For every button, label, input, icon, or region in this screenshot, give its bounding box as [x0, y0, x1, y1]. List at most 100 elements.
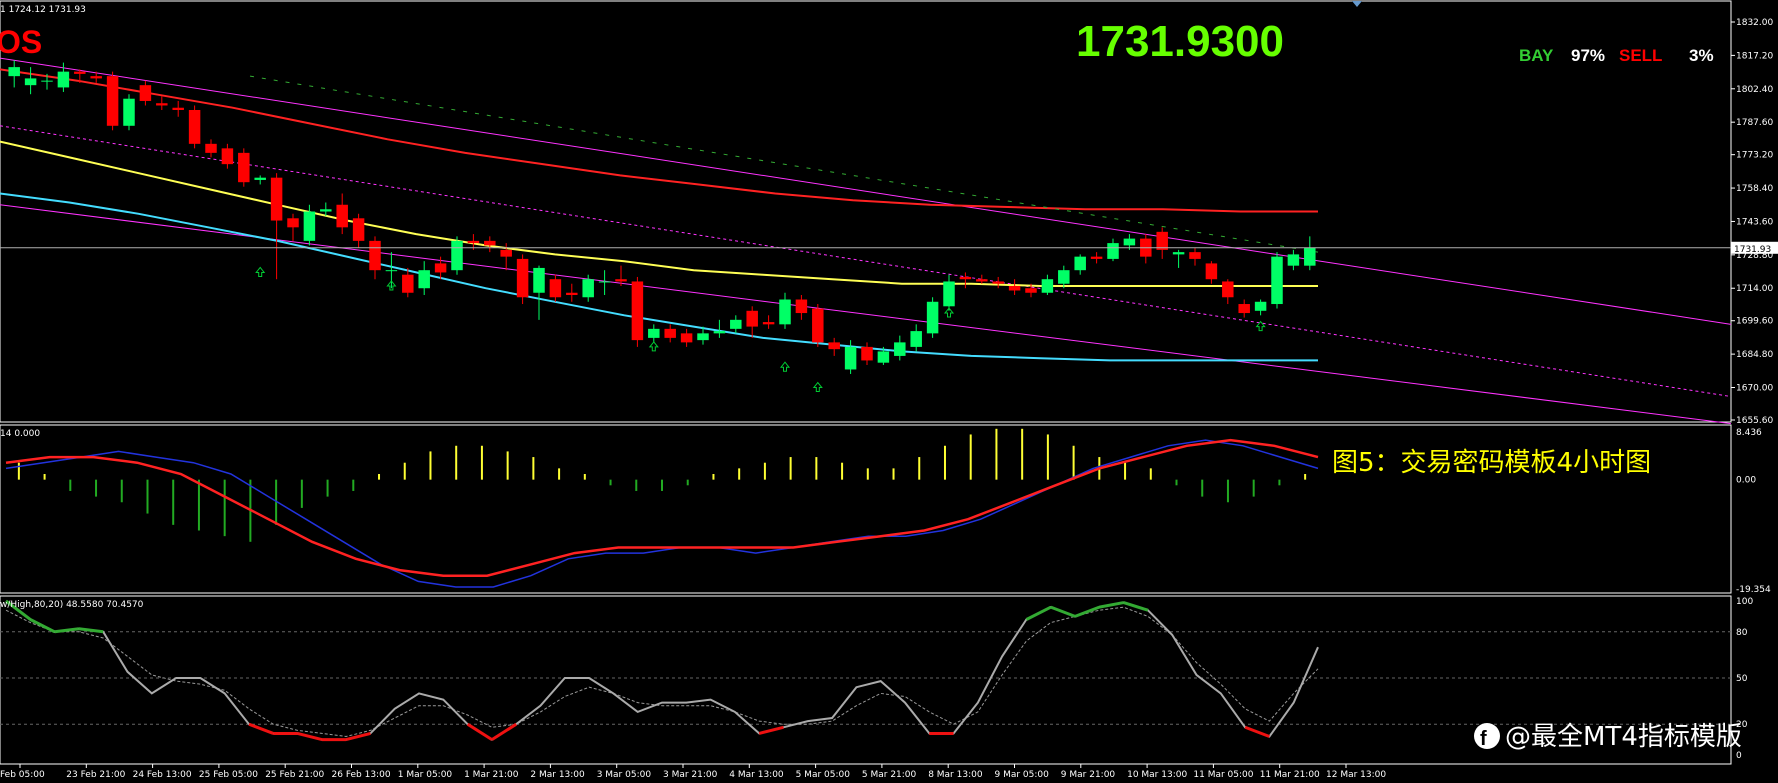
candle-body	[41, 80, 53, 82]
price-axis-label: 1832.00	[1736, 18, 1773, 28]
candle-body	[24, 78, 37, 86]
candle-body	[221, 148, 234, 165]
sell-percent: 3%	[1689, 46, 1714, 65]
candle-body	[1090, 256, 1103, 259]
candle-body	[1107, 243, 1119, 259]
candle-body	[812, 308, 824, 343]
time-axis-label: 23 Feb 21:00	[66, 770, 125, 780]
candle-body	[238, 152, 250, 183]
time-axis-label: 9 Mar 05:00	[995, 770, 1050, 780]
candle-body	[1058, 270, 1070, 284]
candle-body	[90, 76, 102, 79]
candle-body	[943, 281, 955, 307]
time-axis-label: 11 Mar 05:00	[1193, 770, 1253, 780]
candle-body	[74, 71, 86, 74]
candle-body	[418, 270, 430, 289]
candle-body	[828, 342, 840, 350]
candle-body	[516, 258, 529, 298]
bay-percent: 97%	[1571, 46, 1605, 65]
time-axis-label: 10 Mar 13:00	[1127, 770, 1187, 780]
candle-body	[910, 331, 922, 347]
candle-body	[680, 333, 693, 343]
trading-chart[interactable]: 1832.00 1817.20 1802.40 1787.60 1773.20 1758.…	[0, 0, 1778, 783]
candle-body	[861, 346, 873, 361]
candle-body	[123, 98, 135, 126]
candle-body	[451, 240, 463, 271]
time-axis-label: 3 Mar 21:00	[663, 770, 718, 780]
candle-body	[713, 331, 726, 334]
stochastic-axis-label: 0	[1736, 751, 1742, 761]
candle-body	[270, 177, 283, 221]
time-axis-label: 3 Mar 05:00	[597, 770, 652, 780]
time-axis-label: 2 Mar 13:00	[530, 770, 585, 780]
candle-body	[385, 270, 398, 272]
time-axis-label: 5 Mar 05:00	[796, 770, 851, 780]
candle-body	[352, 218, 365, 241]
candle-body	[320, 209, 332, 212]
candle-body	[1172, 252, 1185, 255]
candle-body	[287, 218, 299, 228]
price-axis-layer: 1832.00 1817.20 1802.40 1787.60 1773.20 1758.…	[1731, 18, 1778, 761]
stochastic-panel[interactable]	[0, 595, 1732, 765]
candle-body	[1008, 285, 1021, 291]
candle-body	[844, 346, 857, 370]
candle-body	[549, 279, 562, 298]
candle-body	[1025, 288, 1037, 293]
candle-body	[959, 276, 972, 280]
candle-body	[566, 292, 578, 296]
watermark: f @最全MT4指标模版	[1474, 722, 1742, 752]
candle-body	[926, 301, 939, 334]
candle-body	[615, 279, 627, 282]
candle-body	[1041, 279, 1054, 293]
info-line: 1 1724.12 1731.93	[0, 5, 86, 15]
price-axis-label: 1773.20	[1736, 151, 1773, 161]
macd-info: 14 0.000	[0, 429, 40, 439]
candle-body	[795, 299, 808, 314]
candle-body	[188, 109, 201, 144]
price-axis-label: 1699.60	[1736, 317, 1773, 327]
price-axis-label: 1655.60	[1736, 416, 1773, 426]
candle-body	[1222, 281, 1234, 298]
candle-body	[1254, 301, 1267, 311]
symbol-fragment: OS	[0, 24, 42, 60]
candle-body	[1156, 231, 1168, 250]
candle-body	[1238, 304, 1250, 314]
candle-body	[1287, 254, 1300, 266]
candle-body	[976, 279, 988, 282]
candle-body	[1074, 256, 1086, 271]
time-axis-label: 24 Feb 13:00	[133, 770, 192, 780]
candle-body	[894, 342, 906, 356]
candle-body	[1123, 238, 1136, 246]
watermark-logo-glyph: f	[1480, 728, 1487, 750]
candle-body	[648, 328, 660, 338]
candle-body	[631, 281, 644, 341]
candle-body	[254, 177, 266, 180]
price-axis-label: 1758.40	[1736, 184, 1773, 194]
stochastic-axis-label: 50	[1736, 674, 1748, 684]
candle-body	[139, 85, 152, 101]
time-axis-label: 25 Feb 21:00	[265, 770, 324, 780]
watermark-logo-icon	[1474, 723, 1500, 749]
candle-body	[8, 67, 20, 77]
price-axis-label: 1743.60	[1736, 217, 1773, 227]
candle-body	[205, 143, 217, 153]
time-axis-label: 26 Feb 13:00	[332, 770, 391, 780]
candle-body	[1205, 263, 1218, 280]
macd-axis-label: 8.436	[1736, 428, 1762, 438]
candle-body	[106, 76, 119, 126]
candle-body	[1271, 256, 1283, 305]
candle-body	[762, 322, 775, 325]
time-axis-label: 4 Mar 13:00	[729, 770, 784, 780]
candle-body	[402, 274, 414, 293]
bay-label: BAY	[1519, 46, 1554, 65]
time-axis-label: 12 Mar 13:00	[1326, 770, 1386, 780]
candle-body	[434, 263, 447, 273]
candle-body	[1189, 252, 1201, 259]
price-axis-label: 1802.40	[1736, 85, 1773, 95]
candle-body	[303, 211, 316, 241]
candle-body	[730, 319, 742, 329]
candle-body	[369, 240, 381, 271]
candle-body	[336, 204, 348, 228]
candle-body	[746, 310, 758, 327]
time-axis-label: 9 Mar 21:00	[1061, 770, 1116, 780]
